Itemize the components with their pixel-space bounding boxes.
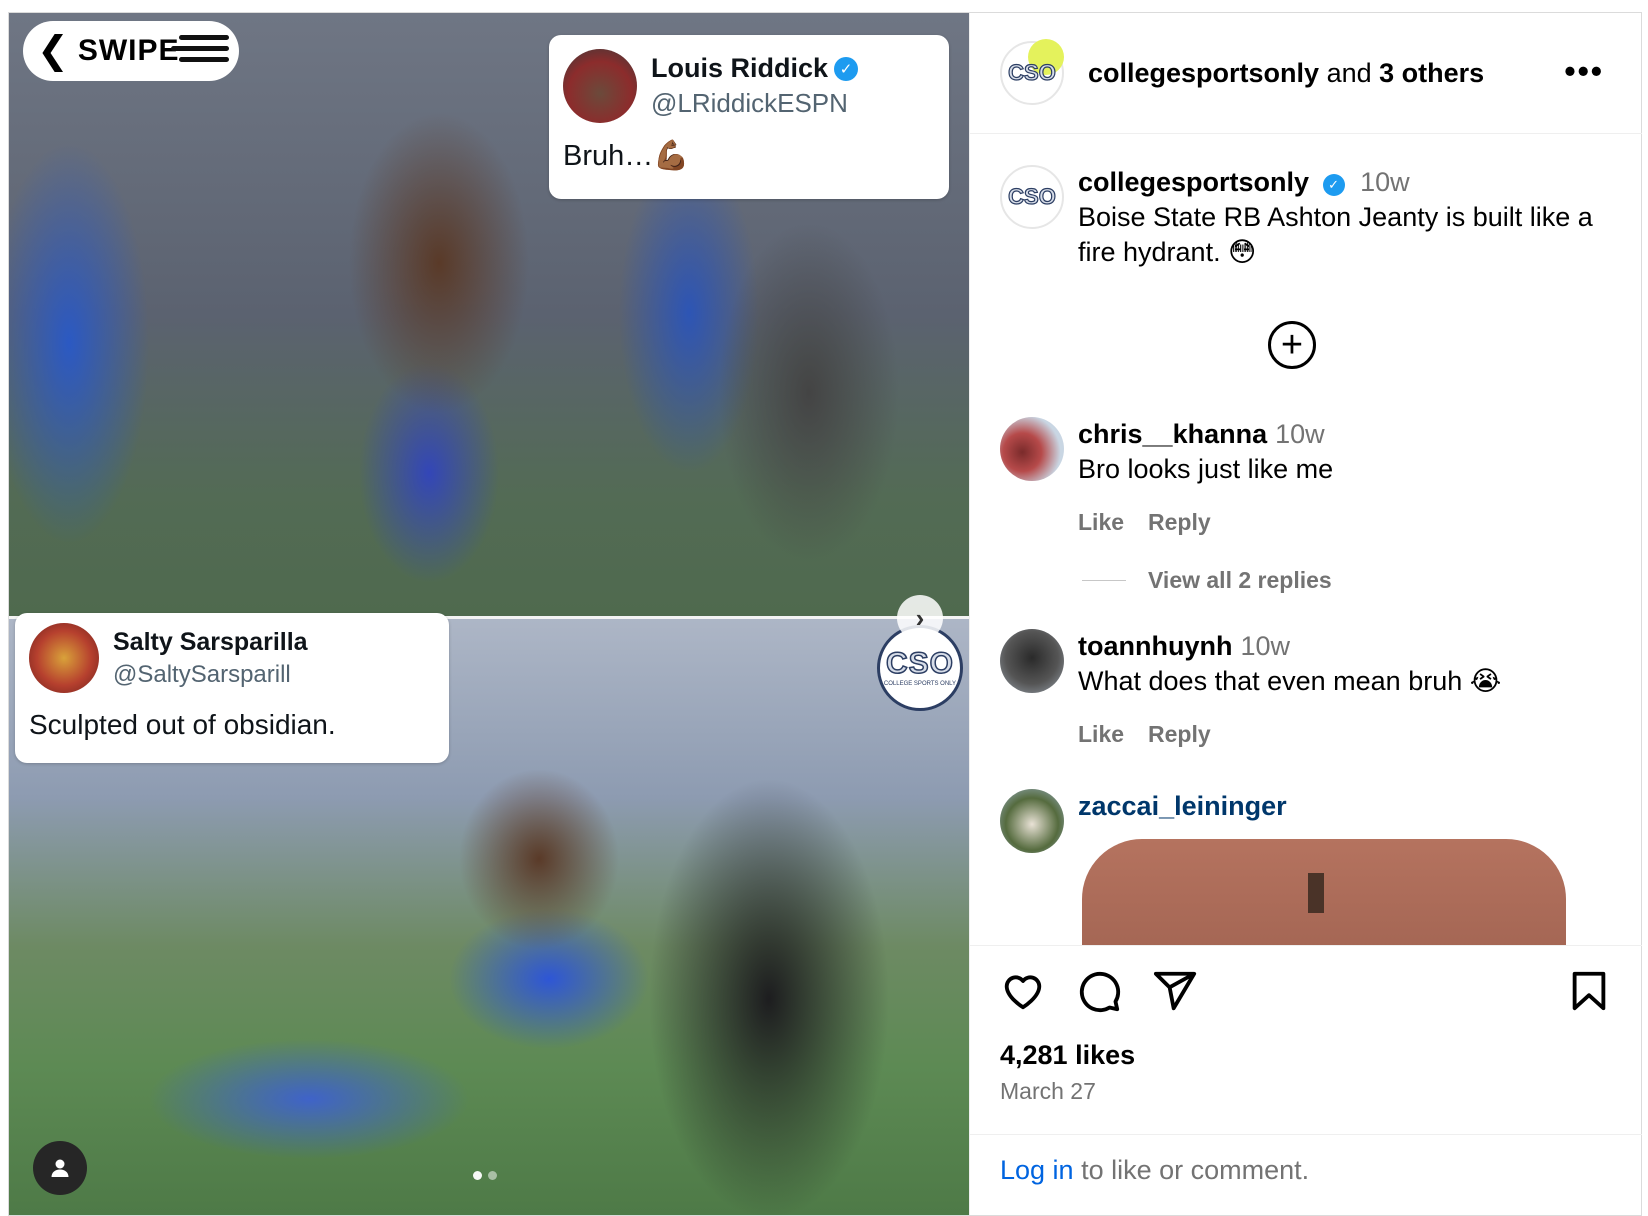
carousel-dot	[488, 1171, 497, 1180]
share-button[interactable]	[1152, 968, 1198, 1014]
caption-text: Boise State RB Ashton Jeanty is built li…	[1078, 202, 1593, 267]
login-prompt-text: to like or comment.	[1073, 1155, 1310, 1185]
tweet-avatar	[29, 623, 99, 693]
likes-count[interactable]: 4,281 likes	[1000, 1040, 1135, 1071]
chevron-right-icon: ›	[915, 602, 925, 633]
comment-reply-button[interactable]: Reply	[1148, 509, 1211, 536]
tweet-handle: @LRiddickESPN	[651, 88, 848, 118]
caption-avatar[interactable]: CSO	[1000, 165, 1064, 229]
post-caption: CSO collegesportsonly ✓ 10w Boise State …	[1000, 165, 1598, 270]
owner-username[interactable]: collegesportsonly	[1088, 58, 1319, 88]
login-prompt: Log in to like or comment.	[970, 1134, 1642, 1216]
tweet-author-name: Salty Sarsparilla	[113, 627, 308, 656]
tweet-text: Bruh…💪🏾	[563, 140, 690, 172]
tweet-card-bottom: Salty Sarsparilla @SaltySarsparill Sculp…	[15, 613, 449, 763]
comment-like-button[interactable]: Like	[1078, 509, 1124, 536]
caption-time: 10w	[1360, 167, 1410, 197]
watermark-subtext: COLLEGE SPORTS ONLY	[883, 681, 957, 687]
comment-time: 10w	[1275, 419, 1325, 449]
like-button[interactable]	[1000, 968, 1046, 1014]
post-header: CSO collegesportsonly and 3 others •••	[970, 13, 1642, 134]
comment-reply-button[interactable]: Reply	[1148, 721, 1211, 748]
post-actions: 4,281 likes March 27 Log in to like or c…	[970, 945, 1642, 1215]
user-tag-icon	[51, 1159, 69, 1177]
comment-avatar[interactable]	[1000, 629, 1064, 693]
watermark-text: CSO	[885, 647, 954, 680]
swipe-badge: ❮ SWIPE	[23, 21, 239, 81]
replies-divider	[1082, 580, 1126, 581]
coauthors-link[interactable]: 3 others	[1379, 58, 1484, 88]
post-frame: ❮ SWIPE Louis Riddick ✓ @LRiddickESPN Br…	[8, 12, 1642, 1216]
image-detail	[1308, 873, 1324, 913]
more-options-button[interactable]: •••	[1564, 53, 1604, 90]
carousel-indicator	[473, 1171, 497, 1180]
comment-username[interactable]: toannhuynh	[1078, 631, 1232, 661]
comment-text: Bro looks just like me	[1078, 454, 1334, 484]
caption-username[interactable]: collegesportsonly	[1078, 167, 1309, 197]
tweet-handle: @SaltySarsparill	[113, 660, 291, 688]
chevron-left-icon: ❮	[37, 30, 70, 72]
avatar-logo-text: CSO	[1008, 184, 1057, 209]
avatar-logo-text: CSO	[1008, 60, 1057, 85]
owner-joiner: and	[1326, 57, 1372, 88]
heart-icon	[1004, 975, 1042, 1010]
comment-username[interactable]: chris__khanna	[1078, 419, 1267, 449]
view-replies-label: View all 2 replies	[1148, 567, 1332, 593]
plus-circle-icon: +	[1280, 324, 1304, 366]
comment-icon	[1079, 971, 1121, 1013]
owner-avatar[interactable]: CSO	[1000, 39, 1064, 105]
comment-text: What does that even mean bruh 😭	[1078, 666, 1502, 696]
bookmark-icon	[1572, 971, 1606, 1011]
tweet-avatar	[563, 49, 637, 123]
tweet-card-top: Louis Riddick ✓ @LRiddickESPN Bruh…💪🏾	[549, 35, 949, 199]
swipe-label: SWIPE	[77, 34, 180, 67]
swipe-lines-icon	[171, 35, 229, 68]
tweet-author-name: Louis Riddick	[651, 53, 829, 83]
comment-time: 10w	[1240, 631, 1291, 661]
login-link[interactable]: Log in	[1000, 1155, 1074, 1185]
comment-username[interactable]: zaccai_leininger	[1078, 791, 1287, 821]
comment-avatar[interactable]	[1000, 417, 1064, 481]
post-sidebar: CSO collegesportsonly and 3 others ••• C…	[969, 13, 1642, 1215]
owner-line: collegesportsonly and 3 others	[1088, 58, 1484, 89]
comment-button[interactable]	[1076, 968, 1122, 1014]
comments-list[interactable]: CSO collegesportsonly ✓ 10w Boise State …	[970, 135, 1642, 945]
verified-badge-icon: ✓	[834, 56, 859, 81]
comment-like-button[interactable]: Like	[1078, 721, 1124, 748]
tweet-text: Sculpted out of obsidian.	[29, 709, 336, 740]
post-date[interactable]: March 27	[1000, 1078, 1096, 1105]
verified-badge-icon: ✓	[1322, 173, 1345, 196]
comment-item: chris__khanna 10w Bro looks just like me …	[1000, 417, 1333, 536]
comment-avatar[interactable]	[1000, 789, 1064, 853]
comment-image-preview[interactable]	[1082, 839, 1566, 945]
save-button[interactable]	[1566, 968, 1612, 1014]
load-more-comments-button[interactable]: +	[1268, 321, 1316, 369]
view-replies-button[interactable]: View all 2 replies	[1082, 567, 1332, 594]
carousel-dot	[473, 1171, 482, 1180]
carousel-next-button[interactable]: ›	[897, 595, 943, 641]
comment-item: toannhuynh 10w What does that even mean b…	[1000, 629, 1501, 748]
share-icon	[1153, 971, 1197, 1011]
post-media[interactable]: ❮ SWIPE Louis Riddick ✓ @LRiddickESPN Br…	[9, 13, 969, 1215]
tagged-users-button[interactable]	[33, 1141, 87, 1195]
